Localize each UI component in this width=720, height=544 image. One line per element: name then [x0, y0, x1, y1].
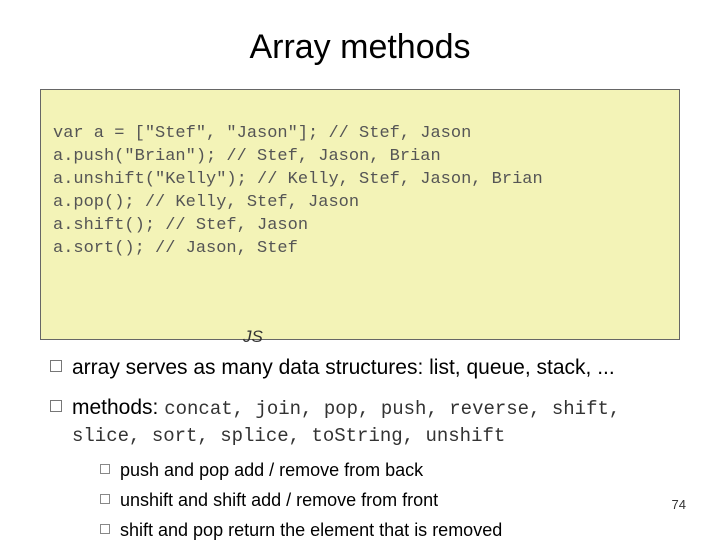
code-block: var a = ["Stef", "Jason"]; // Stef, Jaso…	[40, 89, 680, 340]
bullet-1-text: array serves as many data structures: li…	[72, 356, 615, 379]
slide: Array methods var a = ["Stef", "Jason"];…	[0, 0, 720, 540]
sub-bullet-3-text: shift and pop return the element that is…	[120, 520, 502, 540]
code-line-3: a.unshift("Kelly"); // Kelly, Stef, Jaso…	[53, 169, 667, 192]
page-number: 74	[672, 497, 686, 512]
code-line-1: var a = ["Stef", "Jason"]; // Stef, Jaso…	[53, 123, 667, 146]
code-line-4: a.pop(); // Kelly, Stef, Jason	[53, 192, 667, 215]
code-line-5: a.shift(); // Stef, Jason	[53, 215, 667, 238]
bullet-2: methods: concat, join, pop, push, revers…	[46, 394, 680, 544]
code-line-2: a.push("Brian"); // Stef, Jason, Brian	[53, 146, 667, 169]
slide-title: Array methods	[40, 28, 680, 67]
sub-bullet-list: push and pop add / remove from back unsh…	[98, 457, 680, 544]
bullet-2-lead: methods:	[72, 396, 164, 419]
sub-bullet-1: push and pop add / remove from back	[98, 457, 680, 484]
sub-bullet-2-text: unshift and shift add / remove from fron…	[120, 490, 438, 510]
bullet-1: array serves as many data structures: li…	[46, 354, 680, 381]
language-badge: JS	[241, 326, 265, 349]
bullet-list: array serves as many data structures: li…	[46, 354, 680, 544]
sub-bullet-2: unshift and shift add / remove from fron…	[98, 487, 680, 514]
sub-bullet-1-text: push and pop add / remove from back	[120, 460, 423, 480]
code-line-6: a.sort(); // Jason, Stef	[53, 238, 667, 261]
